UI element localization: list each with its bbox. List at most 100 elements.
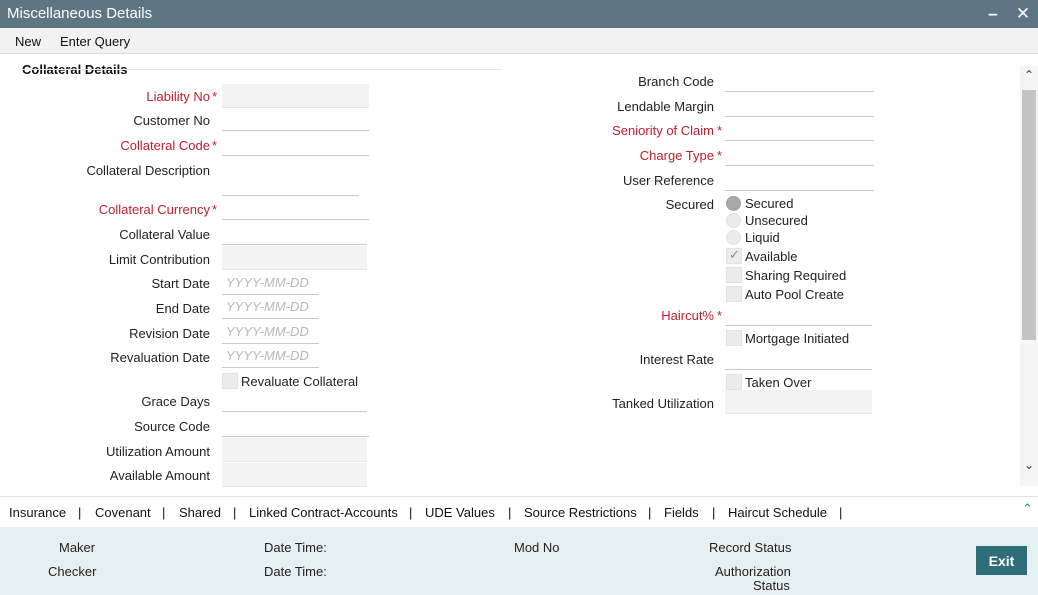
collateral-code-field[interactable] bbox=[222, 132, 369, 156]
liability-no-label: Liability No bbox=[146, 89, 210, 104]
tab-separator: | bbox=[712, 505, 716, 520]
tanked-utilization-field[interactable] bbox=[725, 390, 872, 414]
taken-over-label: Taken Over bbox=[745, 375, 812, 390]
collateral-description-field[interactable] bbox=[222, 172, 359, 196]
auto-pool-create-label: Auto Pool Create bbox=[745, 287, 845, 302]
lendable-margin-field[interactable] bbox=[725, 93, 874, 117]
lendable-margin-label: Lendable Margin bbox=[617, 99, 714, 114]
collateral-description-label: Collateral Description bbox=[86, 163, 210, 178]
authorization-label: Authorization bbox=[715, 564, 791, 579]
menu-bar: New Enter Query bbox=[0, 28, 1038, 54]
revaluation-date-field[interactable] bbox=[222, 344, 319, 368]
tab-separator: | bbox=[409, 505, 413, 520]
tab-separator: | bbox=[648, 505, 652, 520]
minimize-icon[interactable]: – bbox=[982, 3, 1004, 25]
liquid-radio[interactable] bbox=[726, 230, 741, 245]
customer-no-field[interactable] bbox=[222, 107, 369, 131]
tab-covenant[interactable]: Covenant bbox=[95, 505, 151, 520]
tab-fields[interactable]: Fields bbox=[664, 505, 699, 520]
menu-enter-query[interactable]: Enter Query bbox=[60, 34, 130, 49]
revision-date-label: Revision Date bbox=[129, 326, 210, 341]
sharing-required-checkbox[interactable] bbox=[726, 267, 742, 283]
haircut-field[interactable] bbox=[725, 302, 872, 326]
grace-days-field[interactable] bbox=[222, 388, 367, 412]
taken-over-checkbox[interactable] bbox=[726, 374, 742, 390]
menu-new[interactable]: New bbox=[15, 34, 41, 49]
secured-label: Secured bbox=[665, 197, 714, 212]
revision-date-field[interactable] bbox=[222, 320, 319, 344]
utilization-amount-label: Utilization Amount bbox=[105, 444, 210, 459]
collateral-currency-field[interactable] bbox=[222, 196, 369, 220]
exit-button[interactable]: Exit bbox=[976, 546, 1027, 575]
secured-radio[interactable] bbox=[726, 196, 741, 211]
limit-contribution-label: Limit Contribution bbox=[108, 252, 210, 267]
charge-type-label: Charge Type bbox=[639, 148, 714, 163]
collateral-code-required: * bbox=[212, 138, 218, 153]
scroll-down-icon[interactable]: ⌄ bbox=[1022, 458, 1036, 472]
limit-contribution-field[interactable] bbox=[222, 246, 367, 270]
scrollbar-thumb[interactable] bbox=[1022, 90, 1036, 340]
maker-date-time-label: Date Time: bbox=[264, 540, 327, 555]
grace-days-label: Grace Days bbox=[141, 394, 210, 409]
tab-ude-values[interactable]: UDE Values bbox=[425, 505, 495, 520]
mod-no-label: Mod No bbox=[514, 540, 560, 555]
available-checkbox[interactable] bbox=[726, 247, 742, 264]
tab-separator: | bbox=[839, 505, 843, 520]
interest-rate-label: Interest Rate bbox=[639, 352, 714, 367]
haircut-required: * bbox=[717, 308, 723, 323]
tab-insurance[interactable]: Insurance bbox=[9, 505, 66, 520]
tab-haircut-schedule[interactable]: Haircut Schedule bbox=[728, 505, 827, 520]
liquid-option-label: Liquid bbox=[745, 230, 780, 245]
liability-no-required: * bbox=[212, 89, 218, 104]
close-icon[interactable]: ✕ bbox=[1012, 3, 1034, 25]
branch-code-field[interactable] bbox=[725, 68, 874, 92]
authorization-status-label: Status bbox=[753, 578, 790, 593]
unsecured-radio[interactable] bbox=[726, 213, 741, 228]
user-reference-label: User Reference bbox=[622, 173, 714, 188]
available-amount-field[interactable] bbox=[222, 463, 367, 487]
secured-option-label: Secured bbox=[745, 196, 794, 211]
maker-label: Maker bbox=[59, 540, 96, 555]
tab-separator: | bbox=[162, 505, 166, 520]
collateral-value-field[interactable] bbox=[222, 221, 367, 245]
record-status-label: Record Status bbox=[709, 540, 792, 555]
end-date-label: End Date bbox=[155, 301, 210, 316]
tab-separator: | bbox=[508, 505, 512, 520]
auto-pool-create-checkbox[interactable] bbox=[726, 286, 742, 302]
seniority-of-claim-field[interactable] bbox=[725, 117, 874, 141]
collateral-details-panel: Collateral Details Liability No * Custom… bbox=[0, 54, 1020, 496]
mortgage-initiated-checkbox[interactable] bbox=[726, 330, 742, 346]
revaluate-collateral-label: Revaluate Collateral bbox=[241, 374, 359, 389]
interest-rate-field[interactable] bbox=[725, 346, 872, 370]
seniority-of-claim-label: Seniority of Claim bbox=[612, 123, 714, 138]
user-reference-field[interactable] bbox=[725, 167, 874, 191]
vertical-scrollbar[interactable]: ⌃ ⌄ bbox=[1020, 66, 1038, 486]
customer-no-label: Customer No bbox=[133, 113, 210, 128]
utilization-amount-field[interactable] bbox=[222, 438, 367, 462]
section-divider bbox=[22, 69, 502, 70]
mortgage-initiated-label: Mortgage Initiated bbox=[745, 331, 850, 346]
start-date-field[interactable] bbox=[222, 271, 319, 295]
checker-date-time-label: Date Time: bbox=[264, 564, 327, 579]
revaluate-collateral-checkbox[interactable] bbox=[222, 373, 238, 389]
tab-shared[interactable]: Shared bbox=[179, 505, 221, 520]
seniority-of-claim-required: * bbox=[717, 123, 723, 138]
charge-type-required: * bbox=[717, 148, 723, 163]
liability-no-field[interactable] bbox=[222, 84, 369, 108]
collapse-up-icon[interactable]: ⌃ bbox=[1022, 501, 1033, 517]
tab-separator: | bbox=[233, 505, 237, 520]
haircut-label: Haircut% bbox=[661, 308, 714, 323]
tab-bar: Insurance | Covenant | Shared | Linked C… bbox=[0, 496, 1038, 527]
collateral-code-label: Collateral Code bbox=[120, 138, 210, 153]
audit-footer: Maker Checker Date Time: Date Time: Mod … bbox=[0, 527, 1038, 595]
end-date-field[interactable] bbox=[222, 295, 319, 319]
charge-type-field[interactable] bbox=[725, 142, 874, 166]
branch-code-label: Branch Code bbox=[638, 74, 714, 89]
start-date-label: Start Date bbox=[151, 276, 210, 291]
source-code-field[interactable] bbox=[222, 413, 369, 437]
available-label: Available bbox=[745, 249, 798, 264]
tab-source-restrictions[interactable]: Source Restrictions bbox=[524, 505, 637, 520]
available-amount-label: Available Amount bbox=[109, 468, 210, 483]
tab-linked-contract-accounts[interactable]: Linked Contract-Accounts bbox=[249, 505, 398, 520]
scroll-up-icon[interactable]: ⌃ bbox=[1022, 68, 1036, 82]
